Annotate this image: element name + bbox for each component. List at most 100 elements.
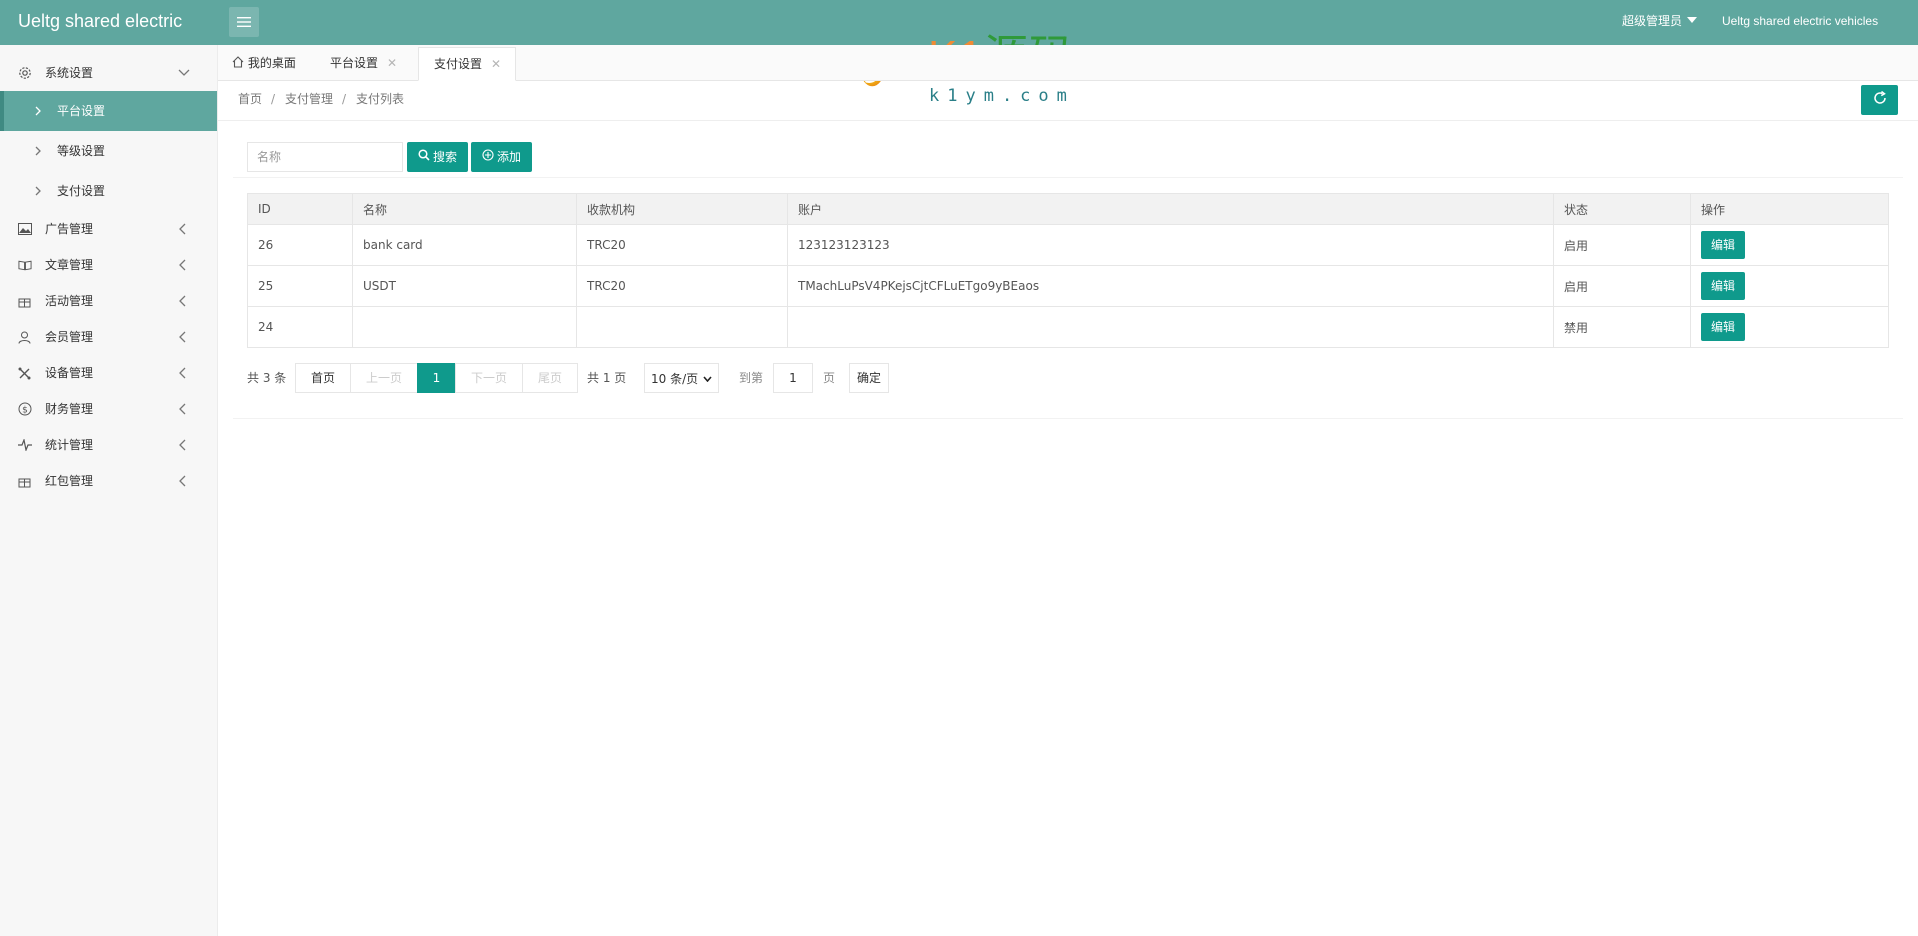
status-badge: 启用	[1553, 224, 1691, 266]
sidebar-item-members[interactable]: 会员管理	[0, 319, 217, 355]
tools-icon	[18, 355, 32, 391]
status-badge: 启用	[1553, 265, 1691, 307]
pagination-pages: 共 1 页	[587, 371, 627, 385]
book-icon	[18, 247, 32, 283]
edit-button[interactable]: 编辑	[1701, 313, 1745, 341]
pagination-last-button[interactable]: 尾页	[522, 363, 578, 393]
page-size-select[interactable]: 10 条/页	[644, 363, 719, 393]
chevron-left-icon	[178, 391, 190, 427]
column-header-name: 名称	[352, 193, 577, 225]
table-row: 24 禁用 编辑	[247, 306, 1889, 348]
user-icon	[18, 319, 32, 355]
chevron-left-icon	[178, 283, 190, 319]
chevron-left-icon	[178, 355, 190, 391]
sidebar-subitem-level-settings[interactable]: 等级设置	[0, 131, 217, 171]
breadcrumb: 首页 / 支付管理 / 支付列表	[218, 81, 1918, 121]
search-button[interactable]: 搜索	[407, 142, 468, 172]
gear-icon	[18, 55, 32, 91]
divider	[233, 177, 1903, 178]
redpacket-icon	[18, 463, 32, 499]
menu-toggle-button[interactable]	[229, 7, 259, 37]
sidebar-item-activities[interactable]: 活动管理	[0, 283, 217, 319]
sidebar-item-statistics[interactable]: 统计管理	[0, 427, 217, 463]
pulse-icon	[18, 427, 32, 463]
sidebar-subitem-payment-settings[interactable]: 支付设置	[0, 171, 217, 211]
search-icon	[418, 142, 430, 172]
chevron-left-icon	[178, 247, 190, 283]
gift-icon	[18, 283, 32, 319]
tab-bar: 我的桌面 平台设置 ✕ 支付设置 ✕	[218, 45, 1918, 81]
table-header-row: ID 名称 收款机构 账户 状态 操作	[247, 193, 1889, 225]
payment-table: ID 名称 收款机构 账户 状态 操作 26 bank card TRC20 1…	[247, 193, 1889, 348]
tab-desktop[interactable]: 我的桌面	[232, 47, 296, 81]
dollar-icon: $	[18, 391, 32, 427]
chevron-left-icon	[178, 427, 190, 463]
cell-action: 编辑	[1690, 265, 1889, 307]
table-row: 26 bank card TRC20 123123123123 启用 编辑	[247, 224, 1889, 266]
image-icon	[18, 211, 32, 247]
tab-platform-settings[interactable]: 平台设置 ✕	[330, 47, 397, 81]
close-icon[interactable]: ✕	[491, 57, 501, 71]
sidebar-item-finance[interactable]: $ 财务管理	[0, 391, 217, 427]
cell-org: TRC20	[576, 224, 788, 266]
cell-name	[352, 306, 577, 348]
column-header-status: 状态	[1553, 193, 1691, 225]
chevron-left-icon	[178, 319, 190, 355]
goto-label: 到第	[739, 371, 764, 385]
cell-org: TRC20	[576, 265, 788, 307]
pagination-current-page[interactable]: 1	[417, 363, 456, 393]
pagination-total: 共 3 条	[247, 371, 287, 385]
chevron-right-icon	[35, 131, 41, 171]
breadcrumb-home[interactable]: 首页	[238, 81, 262, 117]
sidebar-subitem-platform-settings[interactable]: 平台设置	[0, 91, 217, 131]
cell-account: TMachLuPsV4PKejsCjtCFLuETgo9yBEaos	[787, 265, 1554, 307]
pagination-prev-button[interactable]: 上一页	[350, 363, 418, 393]
column-header-org: 收款机构	[576, 193, 788, 225]
sidebar: 系统设置 平台设置 等级设置 支付设置 广告管理 文章管理 活动管理 会员管理 …	[0, 45, 218, 936]
edit-button[interactable]: 编辑	[1701, 231, 1745, 259]
status-badge: 禁用	[1553, 306, 1691, 348]
pagination-next-button[interactable]: 下一页	[455, 363, 523, 393]
sidebar-item-articles[interactable]: 文章管理	[0, 247, 217, 283]
refresh-icon	[1873, 90, 1887, 109]
breadcrumb-payment-list: 支付列表	[356, 92, 405, 106]
pagination-first-button[interactable]: 首页	[295, 363, 351, 393]
cell-name: bank card	[352, 224, 577, 266]
cell-action: 编辑	[1690, 306, 1889, 348]
sidebar-item-ads[interactable]: 广告管理	[0, 211, 217, 247]
site-name-link[interactable]: Ueltg shared electric vehicles	[1722, 0, 1878, 43]
goto-page-input[interactable]	[773, 363, 813, 393]
cell-id: 24	[247, 306, 353, 348]
chevron-down-icon	[178, 55, 190, 91]
user-menu[interactable]: 超级管理员	[1622, 0, 1698, 43]
close-icon[interactable]: ✕	[387, 56, 397, 70]
caret-down-icon	[1687, 17, 1698, 23]
sidebar-item-system-settings[interactable]: 系统设置	[0, 55, 217, 91]
user-name: 超级管理员	[1622, 14, 1683, 28]
cell-name: USDT	[352, 265, 577, 307]
hamburger-icon	[237, 16, 251, 28]
refresh-button[interactable]	[1861, 85, 1898, 115]
cell-id: 25	[247, 265, 353, 307]
column-header-id: ID	[247, 193, 353, 225]
divider	[233, 418, 1903, 419]
home-icon	[232, 56, 244, 70]
add-button[interactable]: 添加	[471, 142, 532, 172]
cell-id: 26	[247, 224, 353, 266]
table-row: 25 USDT TRC20 TMachLuPsV4PKejsCjtCFLuETg…	[247, 265, 1889, 307]
cell-action: 编辑	[1690, 224, 1889, 266]
cell-org	[576, 306, 788, 348]
breadcrumb-payment-management[interactable]: 支付管理	[285, 81, 333, 117]
sidebar-item-devices[interactable]: 设备管理	[0, 355, 217, 391]
edit-button[interactable]: 编辑	[1701, 272, 1745, 300]
tab-payment-settings[interactable]: 支付设置 ✕	[418, 47, 517, 81]
chevron-down-icon	[703, 371, 712, 385]
column-header-account: 账户	[787, 193, 1554, 225]
sidebar-item-red-packets[interactable]: 红包管理	[0, 463, 217, 499]
chevron-left-icon	[178, 211, 190, 247]
search-input[interactable]	[247, 142, 403, 172]
cell-account	[787, 306, 1554, 348]
goto-confirm-button[interactable]: 确定	[849, 363, 889, 393]
plus-circle-icon	[482, 142, 494, 172]
chevron-left-icon	[178, 463, 190, 499]
